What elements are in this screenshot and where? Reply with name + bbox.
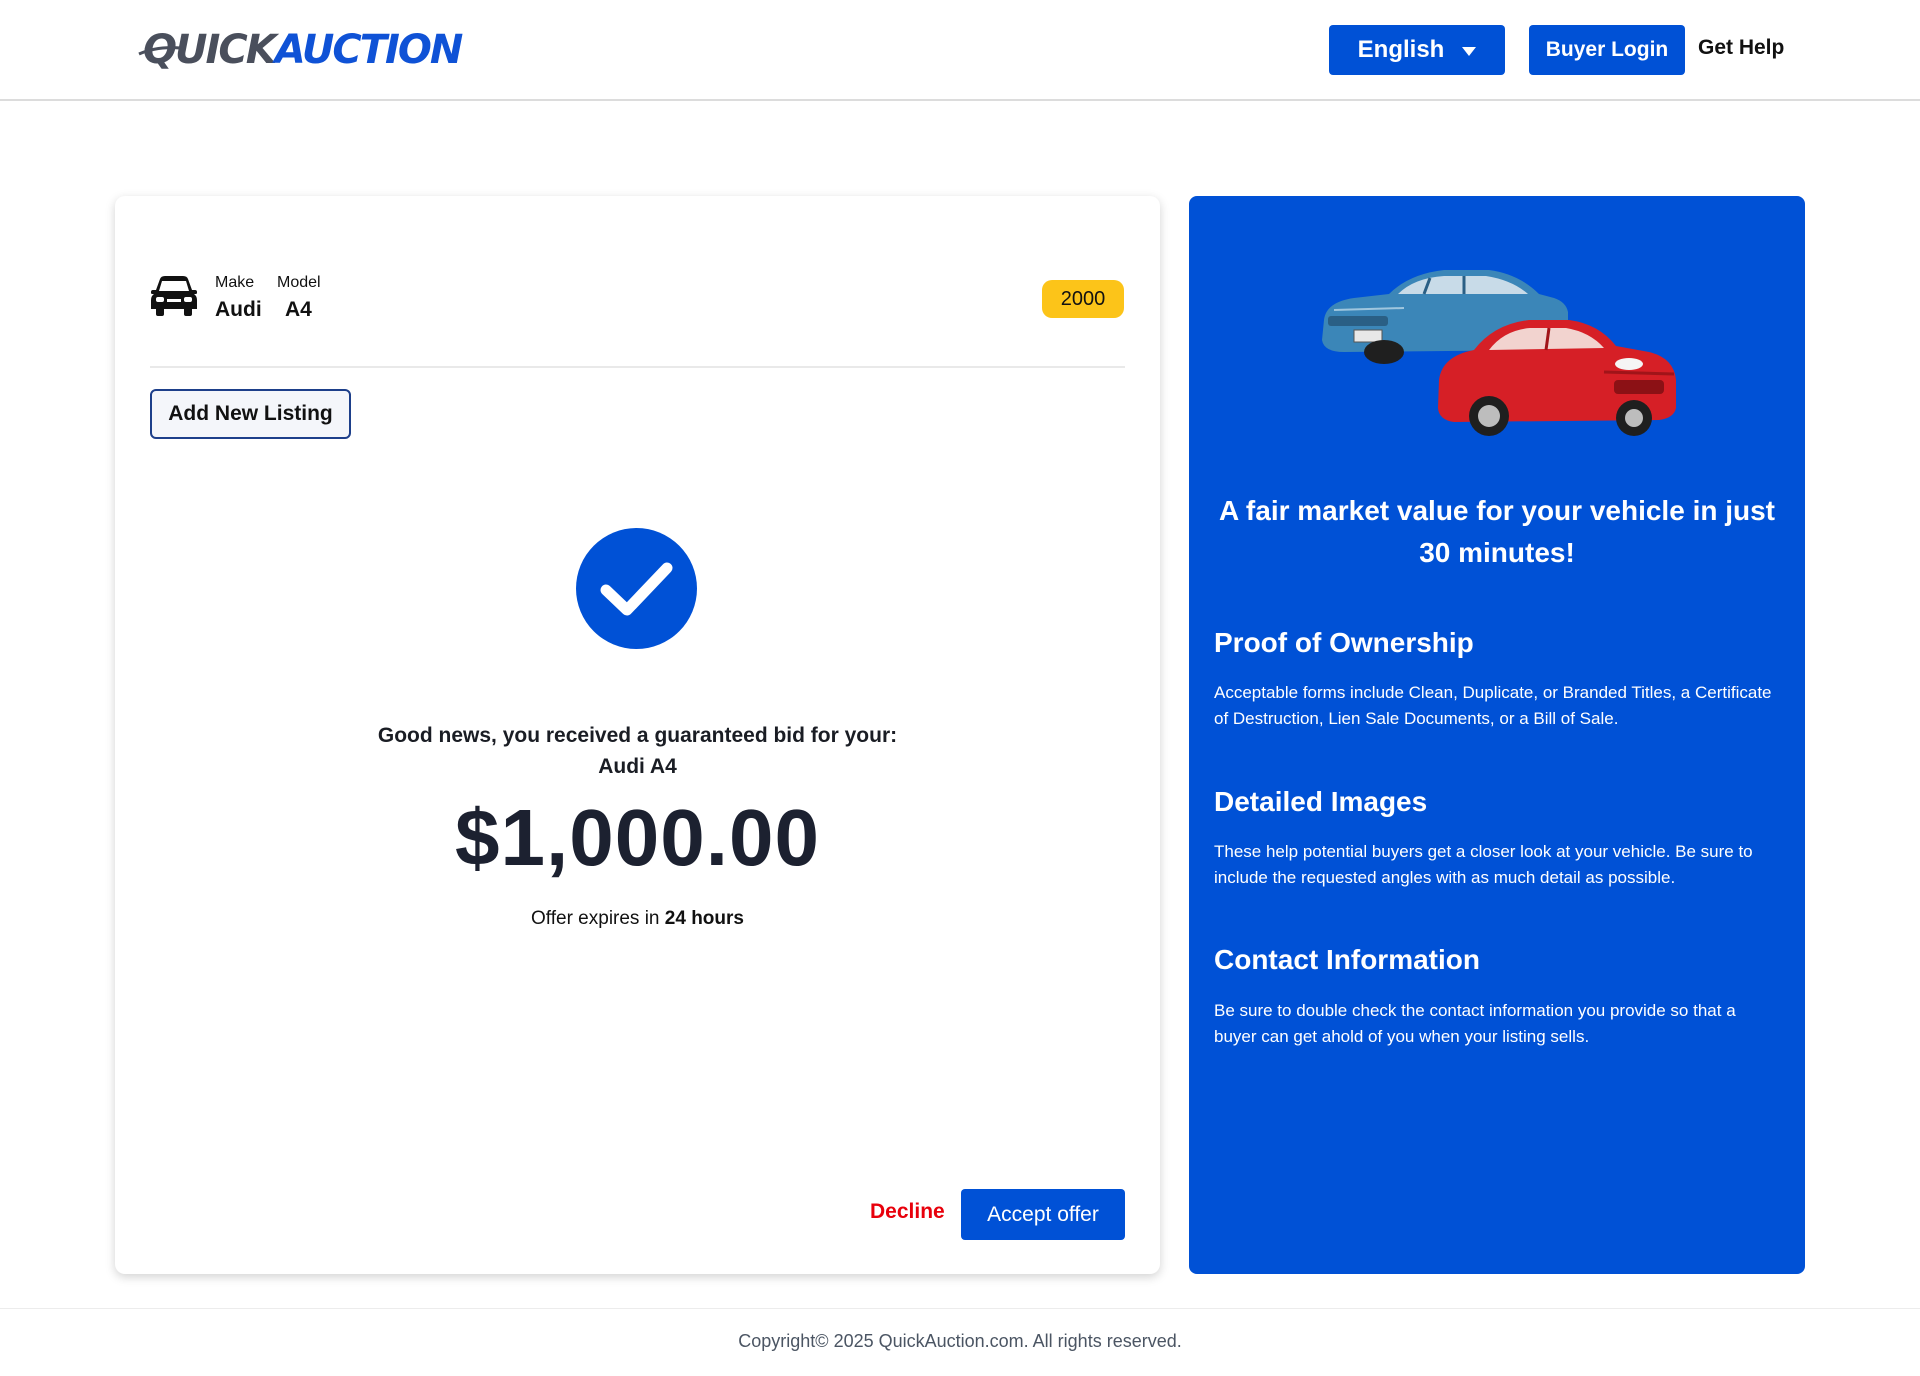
make-label: Make — [215, 274, 255, 291]
expires-prefix: Offer expires in — [531, 908, 660, 929]
footer-divider — [0, 1308, 1920, 1309]
offer-expiry: Offer expires in 24 hours — [115, 908, 1160, 930]
divider — [150, 366, 1125, 368]
vehicle-model: Model A4 — [277, 274, 321, 322]
offer-message: Good news, you received a guaranteed bid… — [377, 724, 898, 747]
add-new-listing-button[interactable]: Add New Listing — [150, 389, 351, 439]
language-select-button[interactable]: English — [1329, 25, 1505, 75]
checkmark-icon — [600, 562, 673, 616]
logo-swoosh-icon — [138, 46, 182, 56]
get-help-link[interactable]: Get Help — [1698, 36, 1784, 60]
car-icon — [151, 276, 197, 316]
cars-illustration — [1322, 270, 1676, 436]
quickauction-logo[interactable]: QUICK AUCTION — [138, 26, 464, 74]
section-body-contact-information: Be sure to double check the contact info… — [1214, 1001, 1736, 1046]
offer-vehicle-name: Audi A4 — [598, 755, 677, 778]
language-label: English — [1357, 36, 1445, 63]
accept-offer-button[interactable]: Accept offer — [961, 1189, 1125, 1240]
section-heading-contact-information: Contact Information — [1214, 944, 1480, 975]
buyer-login-button[interactable]: Buyer Login — [1529, 25, 1685, 75]
model-label: Model — [277, 274, 321, 291]
site-header: QUICK AUCTION English Buyer Login Get Hel… — [0, 0, 1920, 101]
model-value: A4 — [285, 298, 312, 321]
success-check-badge — [576, 528, 697, 649]
section-heading-detailed-images: Detailed Images — [1214, 786, 1428, 817]
panel-title: A fair market value for your vehicle in … — [1218, 495, 1776, 568]
expires-value: 24 hours — [664, 908, 744, 929]
offer-amount: $1,000.00 — [455, 793, 820, 882]
copyright-text: Copyright© 2025 QuickAuction.com. All ri… — [738, 1331, 1182, 1351]
year-badge: 2000 — [1042, 280, 1124, 318]
vehicle-make: Make Audi — [215, 274, 262, 322]
section-body-proof-of-ownership: Acceptable forms include Clean, Duplicat… — [1214, 683, 1772, 728]
logo-auction-text: AUCTION — [274, 27, 464, 73]
caret-down-icon — [1462, 46, 1477, 56]
decline-button[interactable]: Decline — [870, 1200, 945, 1224]
section-heading-proof-of-ownership: Proof of Ownership — [1214, 627, 1474, 658]
offer-card: Make Audi Model A4 2000 Add New Listing … — [115, 196, 1160, 1274]
make-value: Audi — [215, 298, 262, 321]
section-body-detailed-images: These help potential buyers get a closer… — [1214, 842, 1753, 887]
info-panel: A fair market value for your vehicle in … — [1189, 196, 1805, 1274]
